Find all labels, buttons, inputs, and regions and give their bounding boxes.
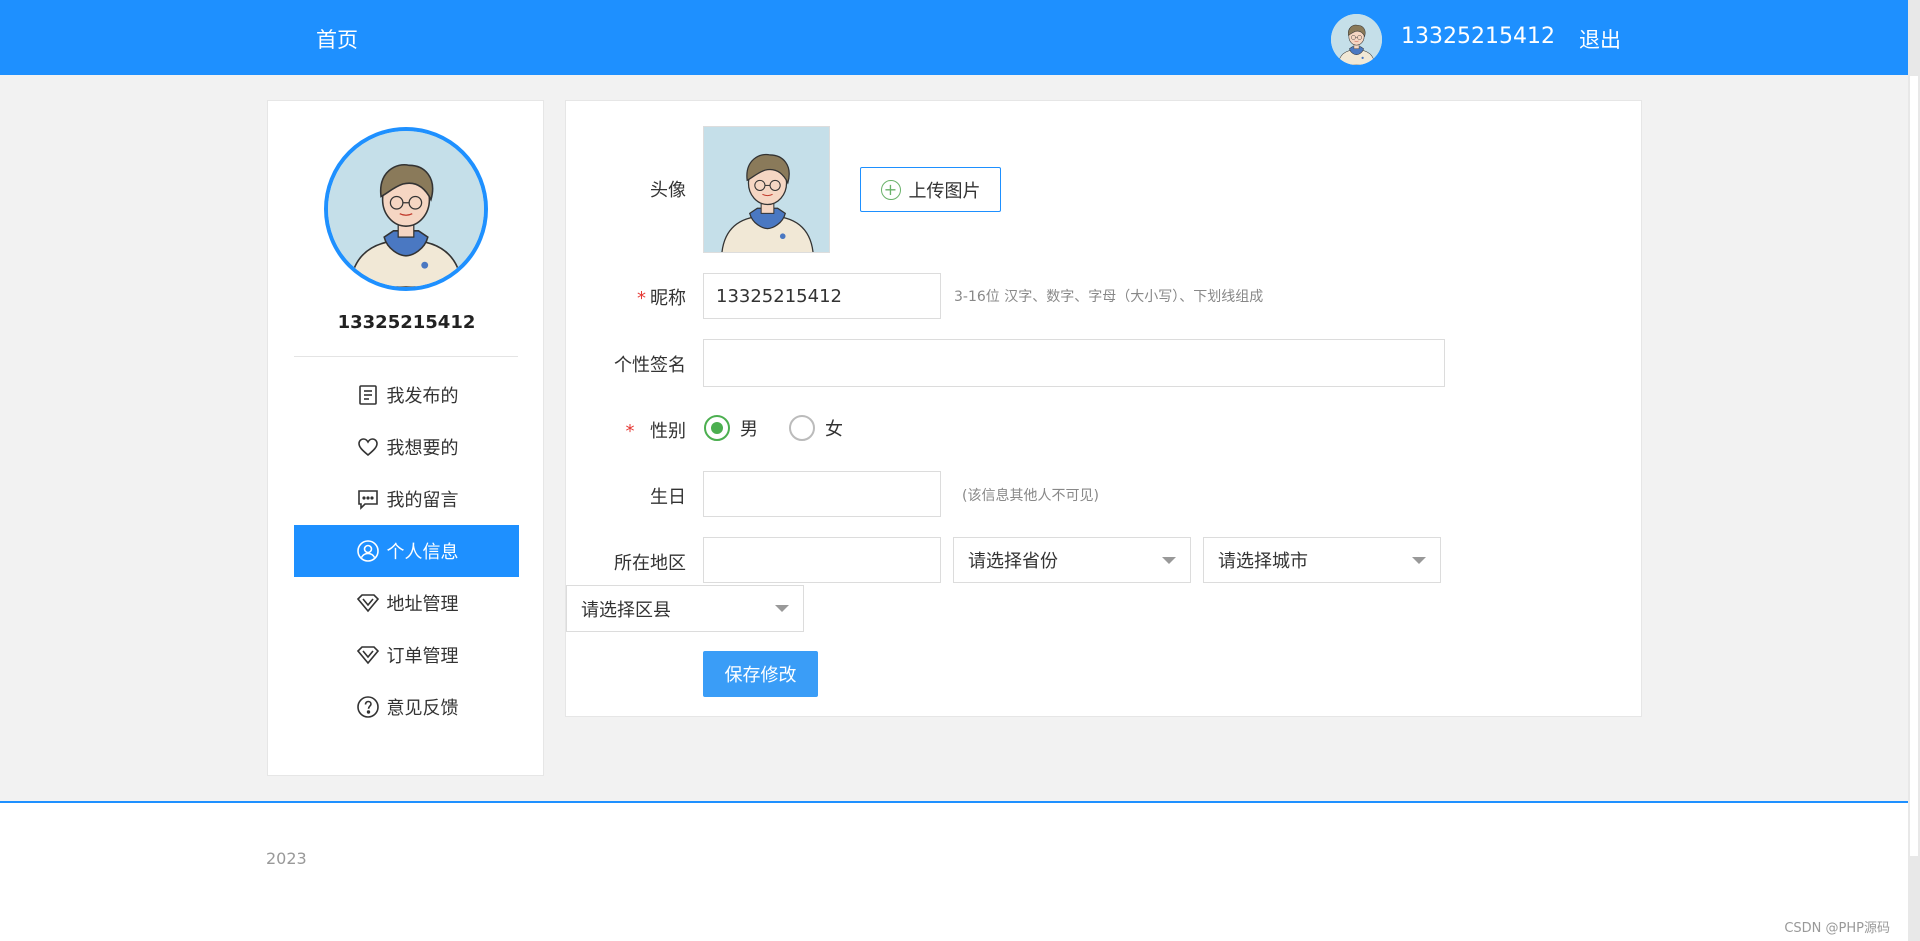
- question-icon: [355, 694, 381, 720]
- province-select-value: 请选择省份: [968, 551, 1058, 572]
- chevron-down-icon: [1412, 556, 1426, 564]
- sidebar-item-label: 个人信息: [386, 542, 459, 563]
- sidebar-item-wishlist[interactable]: 我想要的: [294, 421, 519, 473]
- required-marker: *: [625, 421, 635, 442]
- sidebar-item-orders[interactable]: 订单管理: [294, 629, 519, 681]
- gender-male-label: 男: [740, 419, 758, 440]
- sidebar-item-address[interactable]: 地址管理: [294, 577, 519, 629]
- diamond-icon: [355, 590, 381, 616]
- nickname-input[interactable]: [703, 273, 941, 319]
- message-icon: [355, 486, 381, 512]
- gender-female-label: 女: [825, 419, 843, 440]
- chevron-down-icon: [1162, 556, 1176, 564]
- sidebar-item-profile[interactable]: 个人信息: [294, 525, 519, 577]
- sidebar-item-label: 地址管理: [386, 594, 459, 615]
- sidebar-item-label: 我发布的: [386, 386, 459, 407]
- logout-link[interactable]: 退出: [1579, 24, 1621, 54]
- radio-checked-icon: [704, 415, 730, 441]
- nav-home-link[interactable]: 首页: [316, 24, 358, 54]
- sidebar-item-label: 订单管理: [386, 646, 459, 667]
- top-navbar: 首页 13325215412 退出: [0, 0, 1908, 75]
- header-avatar[interactable]: [1331, 14, 1382, 65]
- sidebar-item-my-posts[interactable]: 我发布的: [294, 369, 519, 421]
- sidebar-item-feedback[interactable]: 意见反馈: [294, 681, 519, 733]
- scrollbar-thumb[interactable]: [1910, 76, 1918, 856]
- user-icon: [355, 538, 381, 564]
- district-select[interactable]: 请选择区县: [566, 585, 804, 632]
- gender-label: * 性别: [625, 421, 686, 442]
- page-scrollbar[interactable]: [1908, 0, 1920, 941]
- profile-username: 13325215412: [337, 312, 476, 333]
- upload-label: 上传图片: [908, 180, 981, 202]
- birthday-hint: (该信息其他人不可见): [962, 488, 1099, 504]
- sidebar-item-label: 我想要的: [386, 438, 459, 459]
- district-select-value: 请选择区县: [581, 599, 671, 621]
- profile-sidebar: 13325215412 我发布的 我想要的 我的留言 个人信息 地址管理 订单管…: [267, 100, 544, 776]
- signature-input[interactable]: [703, 339, 1445, 387]
- signature-label: 个性签名: [614, 355, 686, 376]
- avatar-label: 头像: [650, 180, 686, 201]
- upload-image-button[interactable]: + 上传图片: [860, 167, 1001, 212]
- diamond-icon: [355, 642, 381, 668]
- sidebar-divider: [294, 356, 518, 357]
- radio-unchecked-icon: [789, 415, 815, 441]
- nickname-hint: 3-16位 汉字、数字、字母（大小写）、下划线组成: [954, 289, 1264, 305]
- page-footer: 2023 CSDN @PHP源码: [0, 801, 1908, 941]
- sidebar-menu: 我发布的 我想要的 我的留言 个人信息 地址管理 订单管理 意见反馈: [294, 369, 519, 733]
- city-select-value: 请选择城市: [1218, 551, 1308, 572]
- profile-avatar: [324, 127, 488, 291]
- plus-circle-icon: +: [880, 179, 901, 200]
- gender-female-radio[interactable]: 女: [789, 415, 843, 441]
- gender-male-radio[interactable]: 男: [704, 415, 758, 441]
- chevron-down-icon: [775, 605, 789, 612]
- nickname-label: * 昵称: [637, 288, 686, 309]
- province-select[interactable]: 请选择省份: [953, 537, 1191, 583]
- avatar-preview: [703, 126, 830, 253]
- watermark-text: CSDN @PHP源码: [1784, 921, 1890, 936]
- document-icon: [355, 382, 381, 408]
- footer-year: 2023: [266, 849, 307, 868]
- birthday-input[interactable]: [703, 471, 941, 517]
- region-label: 所在地区: [614, 553, 686, 574]
- region-input[interactable]: [703, 537, 941, 583]
- heart-icon: [355, 434, 381, 460]
- city-select[interactable]: 请选择城市: [1203, 537, 1441, 583]
- birthday-label: 生日: [650, 487, 686, 508]
- header-username[interactable]: 13325215412: [1401, 24, 1555, 49]
- sidebar-item-messages[interactable]: 我的留言: [294, 473, 519, 525]
- sidebar-item-label: 我的留言: [386, 490, 459, 511]
- sidebar-item-label: 意见反馈: [386, 698, 459, 719]
- save-changes-button[interactable]: 保存修改: [703, 651, 818, 697]
- required-marker: *: [637, 288, 646, 309]
